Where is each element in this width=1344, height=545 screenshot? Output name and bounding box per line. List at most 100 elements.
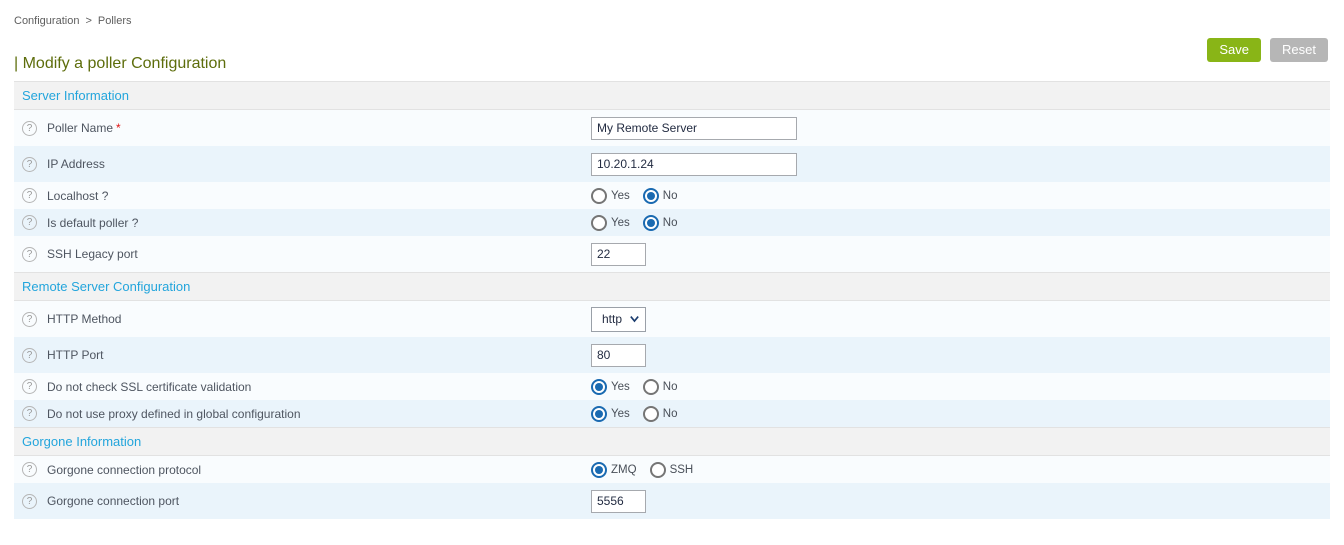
radio-label: No xyxy=(663,190,678,202)
radio-label: No xyxy=(663,408,678,420)
help-icon[interactable]: ? xyxy=(22,348,37,363)
select-value: http xyxy=(602,312,622,326)
control-cell: Yes No xyxy=(591,406,690,422)
field-label: Gorgone connection port xyxy=(47,494,179,508)
help-icon[interactable]: ? xyxy=(22,247,37,262)
radio-icon[interactable] xyxy=(643,379,659,395)
help-icon[interactable]: ? xyxy=(22,406,37,421)
control-cell: ZMQ SSH xyxy=(591,462,706,478)
do-not-check-ssl-certificate-validation-radio-no[interactable]: No xyxy=(643,379,678,395)
field-label: Localhost ? xyxy=(47,189,108,203)
help-icon[interactable]: ? xyxy=(22,157,37,172)
radio-label: SSH xyxy=(670,464,694,476)
is-default-poller-radio-yes[interactable]: Yes xyxy=(591,215,630,231)
radio-label: Yes xyxy=(611,217,630,229)
radio-icon[interactable] xyxy=(591,462,607,478)
radio-dot xyxy=(595,410,603,418)
label-cell: ? Do not check SSL certificate validation xyxy=(14,379,591,394)
required-asterisk: * xyxy=(116,121,121,135)
field-label: Do not check SSL certificate validation xyxy=(47,380,251,394)
control-cell: Yes No xyxy=(591,188,690,204)
poller-name-input[interactable] xyxy=(591,117,797,140)
radio-icon[interactable] xyxy=(591,379,607,395)
field-label: Poller Name xyxy=(47,121,113,135)
label-cell: ? SSH Legacy port xyxy=(14,247,591,262)
breadcrumb-item-configuration[interactable]: Configuration xyxy=(14,15,79,27)
form-row-gorgone-connection-protocol: ?Gorgone connection protocol ZMQ SSH xyxy=(14,456,1330,483)
gorgone-connection-protocol-radio-zmq[interactable]: ZMQ xyxy=(591,462,637,478)
radio-icon[interactable] xyxy=(643,188,659,204)
is-default-poller-radio-no[interactable]: No xyxy=(643,215,678,231)
help-icon[interactable]: ? xyxy=(22,462,37,477)
ssh-legacy-port-input[interactable] xyxy=(591,243,646,266)
control-cell xyxy=(591,490,646,513)
do-not-use-proxy-defined-in-global-configuration-radio-yes[interactable]: Yes xyxy=(591,406,630,422)
form-row-gorgone-connection-port: ? Gorgone connection port xyxy=(14,483,1330,519)
http-port-input[interactable] xyxy=(591,344,646,367)
radio-icon[interactable] xyxy=(591,215,607,231)
label-cell: ?Gorgone connection protocol xyxy=(14,462,591,477)
localhost-radio-no[interactable]: No xyxy=(643,188,678,204)
field-label: HTTP Method xyxy=(47,312,121,326)
help-icon[interactable]: ? xyxy=(22,215,37,230)
label-cell: ? Localhost ? xyxy=(14,188,591,203)
help-icon[interactable]: ? xyxy=(22,188,37,203)
help-icon[interactable]: ? xyxy=(22,312,37,327)
control-cell xyxy=(591,243,646,266)
chevron-down-icon xyxy=(630,315,639,323)
label-cell: ?HTTP Port xyxy=(14,348,591,363)
radio-label: Yes xyxy=(611,381,630,393)
radio-dot xyxy=(595,219,603,227)
field-label: Do not use proxy defined in global confi… xyxy=(47,407,301,421)
label-cell: ? Do not use proxy defined in global conf… xyxy=(14,406,591,421)
http-method-select[interactable]: http xyxy=(591,307,646,332)
radio-dot xyxy=(595,192,603,200)
control-cell: Yes No xyxy=(591,379,690,395)
breadcrumb-item-pollers[interactable]: Pollers xyxy=(98,15,132,27)
help-icon[interactable]: ? xyxy=(22,121,37,136)
reset-button[interactable]: Reset xyxy=(1270,38,1328,62)
field-label: SSH Legacy port xyxy=(47,247,138,261)
localhost-radio-yes[interactable]: Yes xyxy=(591,188,630,204)
radio-label: No xyxy=(663,217,678,229)
form-row-is-default-poller: ?Is default poller ?YesNo xyxy=(14,209,1330,236)
radio-label: Yes xyxy=(611,190,630,202)
radio-icon[interactable] xyxy=(650,462,666,478)
radio-icon[interactable] xyxy=(591,406,607,422)
field-label: IP Address xyxy=(47,157,105,171)
save-button[interactable]: Save xyxy=(1207,38,1261,62)
radio-dot xyxy=(647,410,655,418)
radio-label: Yes xyxy=(611,408,630,420)
do-not-use-proxy-defined-in-global-configuration-radio-no[interactable]: No xyxy=(643,406,678,422)
section-title: Server Information xyxy=(22,88,129,103)
radio-dot xyxy=(647,219,655,227)
radio-label: No xyxy=(663,381,678,393)
label-cell: ? HTTP Method xyxy=(14,312,591,327)
help-icon[interactable]: ? xyxy=(22,379,37,394)
poller-form: Server Information? Poller Name*? IP Addre… xyxy=(14,81,1330,519)
do-not-check-ssl-certificate-validation-radio-yes[interactable]: Yes xyxy=(591,379,630,395)
page-title: | Modify a poller Configuration xyxy=(14,55,1344,73)
gorgone-connection-port-input[interactable] xyxy=(591,490,646,513)
action-buttons: Save Reset xyxy=(1207,38,1328,62)
radio-dot xyxy=(647,192,655,200)
form-row-do-not-use-proxy-defined-in-global-configuration: ? Do not use proxy defined in global conf… xyxy=(14,400,1330,427)
form-row-ip-address: ? IP Address xyxy=(14,146,1330,182)
section-title: Gorgone Information xyxy=(22,434,141,449)
form-row-poller-name: ? Poller Name* xyxy=(14,110,1330,146)
form-row-http-port: ?HTTP Port xyxy=(14,337,1330,373)
label-cell: ? IP Address xyxy=(14,157,591,172)
section-header-remote-server-configuration: Remote Server Configuration xyxy=(14,272,1330,301)
gorgone-connection-protocol-radio-ssh[interactable]: SSH xyxy=(650,462,694,478)
label-cell: ? Gorgone connection port xyxy=(14,494,591,509)
help-icon[interactable]: ? xyxy=(22,494,37,509)
radio-icon[interactable] xyxy=(643,215,659,231)
radio-dot xyxy=(647,383,655,391)
label-cell: ? Poller Name* xyxy=(14,121,591,136)
radio-icon[interactable] xyxy=(591,188,607,204)
control-cell xyxy=(591,344,646,367)
ip-address-input[interactable] xyxy=(591,153,797,176)
section-title: Remote Server Configuration xyxy=(22,279,190,294)
radio-icon[interactable] xyxy=(643,406,659,422)
radio-label: ZMQ xyxy=(611,464,637,476)
